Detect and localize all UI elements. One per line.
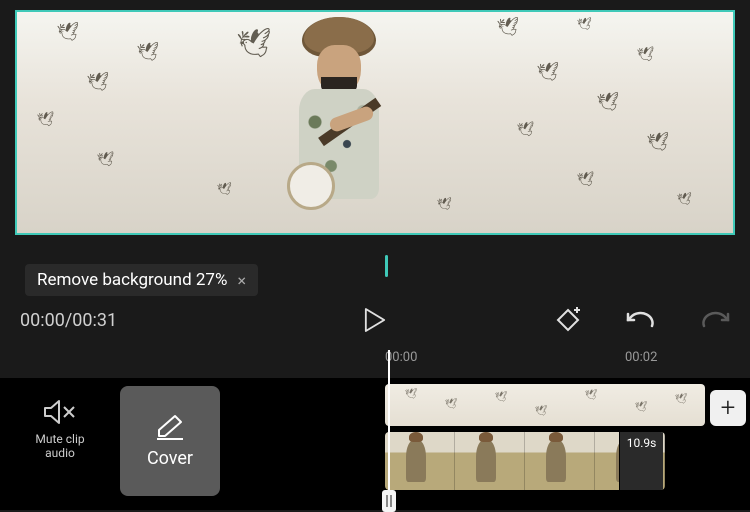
keyframe-button[interactable] [554, 306, 582, 334]
clip-duration-badge: 10.9s [619, 432, 663, 490]
timeline-playhead[interactable] [388, 350, 390, 505]
clip-thumbnail [385, 432, 455, 490]
playhead-marker-top [385, 255, 388, 277]
play-button[interactable] [364, 307, 386, 333]
time-display: 00:00/00:31 [20, 310, 117, 331]
timeline-clip-background[interactable]: 🕊 🕊 🕊 🕊 🕊 🕊 🕊 [385, 384, 705, 426]
ruler-tick-1: 00:02 [625, 350, 657, 365]
redo-icon [700, 308, 730, 332]
mute-label-line1: Mute clip [35, 432, 84, 446]
clip-thumbnail [525, 432, 595, 490]
pencil-edit-icon [155, 414, 185, 440]
redo-button[interactable] [700, 308, 730, 332]
bottom-toolbar: Mute clip audio Cover 🕊 🕊 🕊 🕊 🕊 🕊 🕊 + [0, 378, 750, 510]
play-icon [364, 307, 386, 333]
progress-close-button[interactable]: × [237, 271, 246, 290]
clip-thumbnail [455, 432, 525, 490]
timeline-playhead-handle[interactable] [382, 490, 396, 512]
timeline-tracks[interactable]: 🕊 🕊 🕊 🕊 🕊 🕊 🕊 + 10.9s [245, 384, 750, 494]
timeline-ruler[interactable]: 00:00 00:02 [245, 350, 750, 370]
keyframe-icon [554, 306, 582, 334]
add-clip-button[interactable]: + [710, 390, 746, 426]
cover-button[interactable]: Cover [120, 386, 220, 496]
cover-label: Cover [147, 448, 193, 469]
preview-frame: 🕊 🕊 🕊 🕊 🕊 🕊 🕊 🕊 🕊 🕊 🕊 🕊 🕊 🕊 🕊 🕊 🕊 [15, 10, 735, 235]
mute-clip-audio-button[interactable]: Mute clip audio [0, 378, 120, 460]
plus-icon: + [721, 393, 736, 423]
timeline-track-overlay[interactable]: 🕊 🕊 🕊 🕊 🕊 🕊 🕊 + [245, 384, 750, 426]
mute-label-line2: audio [35, 446, 84, 460]
undo-icon [626, 308, 656, 332]
undo-button[interactable] [626, 308, 656, 332]
preview-subject [269, 17, 409, 235]
playback-controls-row: 00:00/00:31 [20, 300, 730, 340]
background-removal-progress: Remove background 27% × [25, 264, 258, 296]
speaker-mute-icon [43, 398, 77, 426]
video-preview[interactable]: 🕊 🕊 🕊 🕊 🕊 🕊 🕊 🕊 🕊 🕊 🕊 🕊 🕊 🕊 🕊 🕊 🕊 [15, 10, 735, 235]
timeline-track-main[interactable]: 10.9s [245, 432, 750, 490]
timeline-clip-main[interactable]: 10.9s [385, 432, 665, 490]
progress-label: Remove background 27% [37, 270, 227, 290]
